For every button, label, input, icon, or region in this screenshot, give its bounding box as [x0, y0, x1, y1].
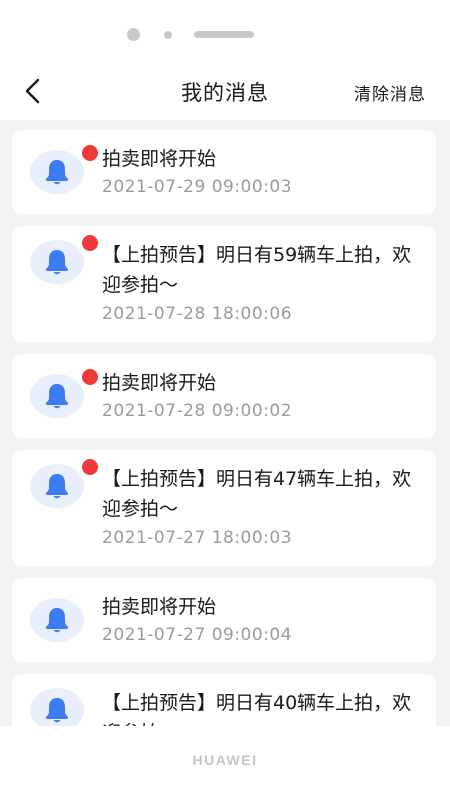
message-card[interactable]: 拍卖即将开始 2021-07-27 09:00:04 [12, 578, 436, 662]
phone-screen: 我的消息 清除消息 拍卖即将开始 2021-07-29 09:00:03 【上拍预告… [0, 0, 450, 800]
bell-icon-background [30, 150, 84, 194]
bell-icon [46, 698, 68, 723]
bell-icon-background [30, 598, 84, 642]
message-icon-wrap [30, 688, 84, 726]
unread-dot [82, 235, 98, 251]
bell-icon-background [30, 688, 84, 726]
front-camera [127, 28, 140, 41]
bell-icon [46, 474, 68, 499]
sensor-dot [164, 31, 172, 39]
unread-dot [82, 145, 98, 161]
device-footer: HUAWEI [0, 726, 450, 800]
message-icon-wrap [30, 369, 98, 418]
message-list-area[interactable]: 拍卖即将开始 2021-07-29 09:00:03 【上拍预告】明日有59辆车上拍… [0, 120, 450, 726]
message-title: 【上拍预告】明日有40辆车上拍，欢迎参拍～ [102, 692, 412, 726]
message-title: 拍卖即将开始 [102, 372, 217, 394]
message-icon-wrap [30, 235, 98, 284]
bell-icon [46, 608, 68, 633]
message-timestamp: 2021-07-27 18:00:03 [102, 528, 293, 548]
message-card[interactable]: 【上拍预告】明日有59辆车上拍，欢迎参拍～ 2021-07-28 18:00:06 [12, 226, 436, 342]
message-title: 拍卖即将开始 [102, 148, 217, 170]
bell-icon [46, 250, 68, 275]
bell-icon [46, 384, 68, 409]
message-icon-wrap [30, 459, 98, 508]
bell-icon-background [30, 464, 84, 508]
bell-icon [46, 160, 68, 185]
message-timestamp: 2021-07-27 09:00:04 [102, 625, 293, 645]
bell-icon-background [30, 374, 84, 418]
brand-logo-text: HUAWEI [192, 752, 258, 768]
message-icon-wrap [30, 598, 84, 642]
message-title: 【上拍预告】明日有47辆车上拍，欢迎参拍～ [102, 468, 412, 520]
message-card[interactable]: 【上拍预告】明日有47辆车上拍，欢迎参拍～ 2021-07-27 18:00:03 [12, 450, 436, 566]
message-timestamp: 2021-07-29 09:00:03 [102, 177, 293, 197]
message-card[interactable]: 拍卖即将开始 2021-07-28 09:00:02 [12, 354, 436, 438]
earpiece-speaker [194, 31, 254, 38]
message-title: 【上拍预告】明日有59辆车上拍，欢迎参拍～ [102, 244, 412, 296]
message-card[interactable]: 【上拍预告】明日有40辆车上拍，欢迎参拍～ [12, 674, 436, 726]
message-timestamp: 2021-07-28 18:00:06 [102, 304, 293, 324]
message-timestamp: 2021-07-28 09:00:02 [102, 401, 293, 421]
bell-icon-background [30, 240, 84, 284]
message-card[interactable]: 拍卖即将开始 2021-07-29 09:00:03 [12, 130, 436, 214]
unread-dot [82, 369, 98, 385]
clear-messages-button[interactable]: 清除消息 [354, 80, 426, 105]
navigation-header: 我的消息 清除消息 [0, 64, 450, 120]
message-icon-wrap [30, 145, 98, 194]
status-bar [0, 0, 450, 64]
message-title: 拍卖即将开始 [102, 596, 217, 618]
unread-dot [82, 459, 98, 475]
